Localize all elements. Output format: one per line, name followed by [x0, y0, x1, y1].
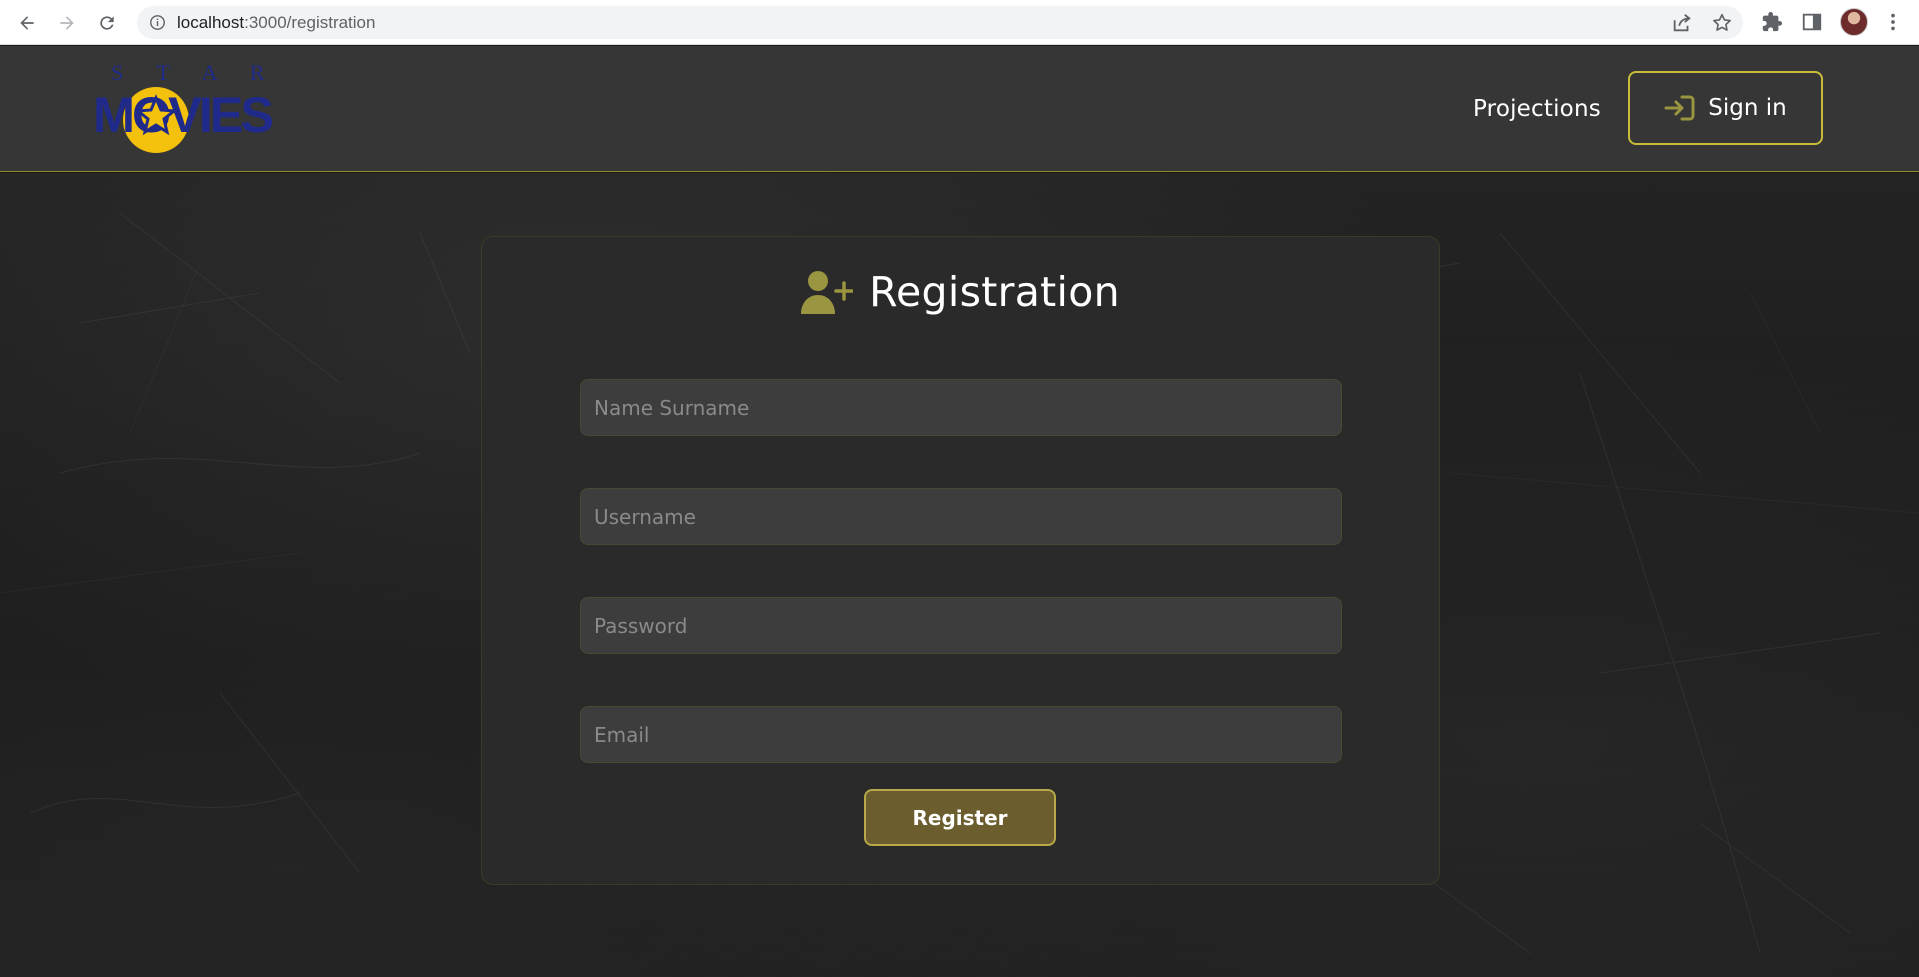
sign-in-label: Sign in	[1708, 95, 1787, 121]
star-movies-logo[interactable]: S T A R MOVIES	[93, 62, 273, 156]
arrow-right-icon	[60, 16, 74, 30]
registration-heading: Registration	[482, 262, 1439, 322]
logo-top-text: S T A R	[111, 62, 273, 85]
reload-icon	[100, 16, 114, 30]
email-input[interactable]	[580, 706, 1342, 763]
side-panel-icon[interactable]	[1801, 11, 1823, 33]
login-arrow-icon	[1664, 95, 1695, 121]
puzzle-icon[interactable]	[1761, 11, 1783, 33]
profile-avatar[interactable]	[1840, 8, 1868, 36]
more-vert-icon[interactable]	[1882, 11, 1904, 33]
page-title: Registration	[869, 268, 1120, 316]
url-host: localhost	[177, 13, 245, 32]
star-icon[interactable]	[1711, 12, 1733, 34]
nav-projections-link[interactable]: Projections	[1473, 96, 1601, 122]
share-icon[interactable]	[1671, 12, 1693, 34]
reload-button[interactable]	[92, 8, 122, 38]
url-text: localhost:3000/registration	[177, 13, 375, 33]
username-input[interactable]	[580, 488, 1342, 545]
register-button[interactable]: Register	[864, 789, 1056, 846]
logo-main-text: MOVIES	[93, 87, 273, 143]
forward-button[interactable]	[52, 8, 82, 38]
name-surname-input[interactable]	[580, 379, 1342, 436]
url-path: :3000/registration	[244, 13, 376, 32]
browser-toolbar: localhost:3000/registration	[0, 0, 1919, 45]
sign-in-button[interactable]: Sign in	[1628, 71, 1823, 145]
info-icon[interactable]	[149, 14, 166, 31]
registration-card: Registration Register	[481, 236, 1440, 885]
password-input[interactable]	[580, 597, 1342, 654]
site-header: S T A R MOVIES Projections Sign in	[0, 46, 1919, 172]
address-bar[interactable]: localhost:3000/registration	[137, 6, 1743, 39]
arrow-left-icon	[20, 16, 34, 30]
back-button[interactable]	[12, 8, 42, 38]
user-plus-icon	[801, 271, 854, 314]
